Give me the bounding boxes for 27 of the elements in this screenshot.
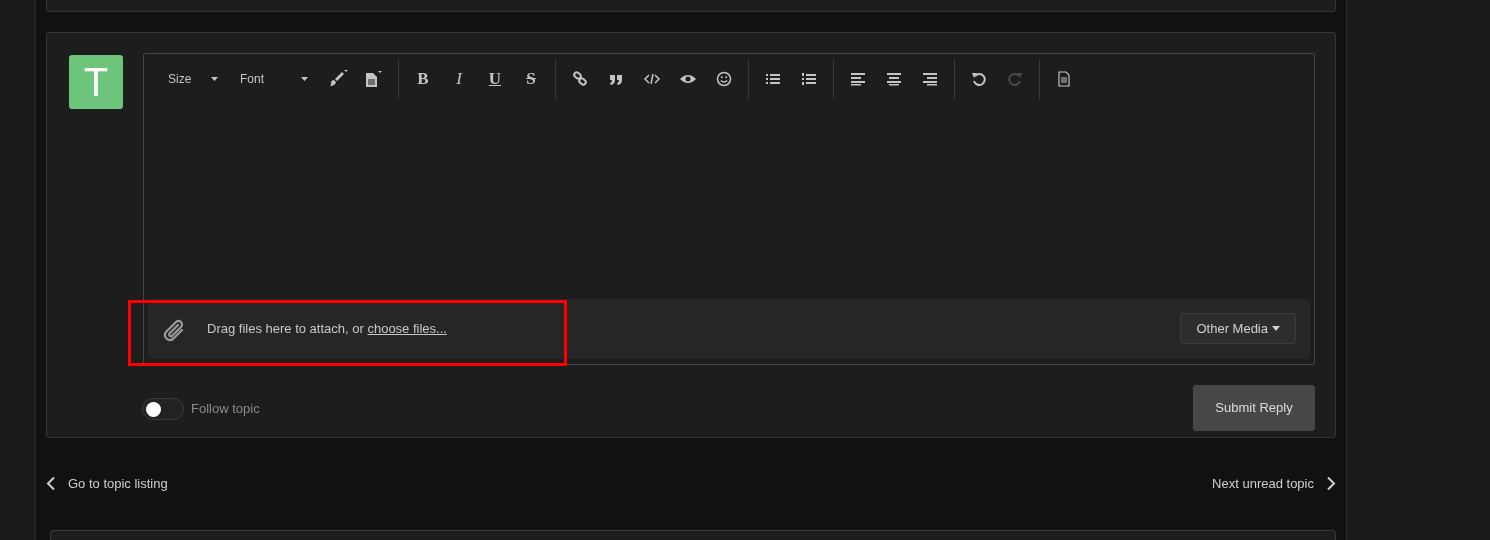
toolbar-dropdown[interactable]: Font	[230, 63, 320, 94]
next-topic-link[interactable]: Next unread topic	[1212, 474, 1336, 494]
follow-label: Follow topic	[191, 399, 260, 418]
topic-listing-link[interactable]: Go to topic listing	[46, 474, 168, 494]
avatar: T	[69, 54, 123, 109]
chevron-left-icon	[46, 476, 56, 492]
toolbar-dropdown[interactable]: Size	[158, 63, 230, 94]
paint-brush-icon	[327, 69, 349, 88]
editor[interactable]: Size Font B I U S Drag files here to attach, or choose files... Other Media	[143, 52, 1315, 365]
strikethrough-button[interactable]: S	[513, 63, 549, 94]
document-icon	[1055, 69, 1073, 88]
document-icon	[363, 69, 385, 88]
other-media-button[interactable]: Other Media	[1180, 313, 1296, 345]
caret-icon	[301, 76, 308, 81]
submit-button[interactable]: Submit Reply	[1193, 384, 1315, 431]
follow-toggle[interactable]	[142, 397, 184, 420]
caret-icon	[1272, 326, 1280, 332]
choose-files-link[interactable]: choose files...	[367, 320, 447, 336]
smiley-icon	[715, 69, 733, 88]
link-icon	[571, 69, 589, 88]
chevron-right-icon	[1326, 476, 1336, 492]
attach-instructions: Drag files here to attach, or choose files...	[207, 319, 447, 338]
attachment-area[interactable]: Drag files here to attach, or choose files... Other Media	[148, 298, 1310, 359]
bold-button[interactable]: B	[405, 63, 441, 94]
underline-button[interactable]: U	[477, 63, 513, 94]
italic-button[interactable]: I	[441, 63, 477, 94]
caret-icon	[211, 76, 218, 81]
